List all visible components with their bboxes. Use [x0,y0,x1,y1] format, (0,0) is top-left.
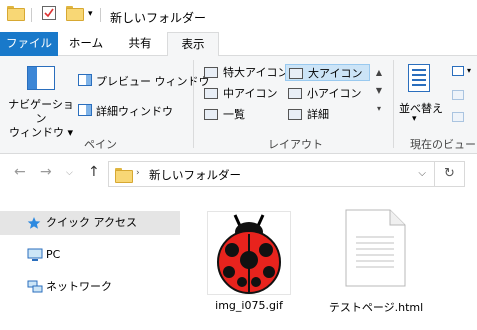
document-icon [345,209,406,287]
title-bar: ▾ 新しいフォルダー [0,0,477,32]
layout-small-icons[interactable]: 小アイコン [285,85,370,102]
up-arrow-icon[interactable]: ↑ [88,164,100,180]
details-pane-label: 詳細ウィンドウ [96,105,173,118]
ladybug-thumbnail [207,211,291,295]
scroll-down-icon[interactable]: ▼ [374,82,384,100]
tab-file[interactable]: ファイル [0,32,58,56]
scroll-up-icon[interactable]: ▲ [374,64,384,82]
layout-group-label: レイアウト [268,138,323,151]
medium-icons-icon [204,88,218,99]
file-name: テストページ.html [328,301,424,314]
nav-item-label: PC [46,248,61,261]
navigation-pane: クイック アクセス PC ネットワーク [0,193,185,330]
star-icon [27,217,41,229]
navigation-pane-icon [27,66,55,90]
pc-icon [27,248,43,261]
properties-check-icon[interactable] [42,6,56,20]
refresh-button[interactable]: ↻ [435,161,465,187]
details-pane-icon [78,104,92,116]
list-icon [204,109,218,120]
expand-icon[interactable]: ▾ [374,100,384,118]
recent-locations-icon[interactable]: ⌵ [66,168,73,178]
back-arrow-icon[interactable]: ← [14,164,26,180]
layout-scroll-arrows[interactable]: ▲ ▼ ▾ [374,64,384,118]
network-icon [27,280,43,293]
pane-group-label: ペイン [84,138,117,151]
navigation-pane-label: ナビゲーション ウィンドウ ▾ [8,98,74,139]
customize-dropdown-icon[interactable]: ▾ [88,9,93,19]
divider [100,8,101,22]
folder-icon [7,6,25,21]
sort-label: 並べ替え [399,102,443,115]
chevron-down-icon[interactable]: ⌵ [418,168,426,179]
divider [193,60,194,148]
tab-home[interactable]: ホーム [60,32,112,56]
chevron-down-icon[interactable]: ▾ [467,66,471,75]
size-columns-icon[interactable] [452,112,464,122]
ladybug-icon [217,214,281,294]
nav-item-label: クイック アクセス [46,216,137,229]
current-view-group-label: 現在のビュー [410,138,476,151]
small-icons-icon [288,88,302,99]
nav-item-quick-access[interactable]: クイック アクセス [0,211,180,235]
add-columns-icon[interactable] [452,90,464,100]
nav-item-network[interactable]: ネットワーク [0,275,180,299]
address-path: 新しいフォルダー [149,168,241,182]
details-icon [288,109,302,120]
tab-view[interactable]: 表示 [167,32,219,57]
nav-item-pc[interactable]: PC [0,243,180,267]
address-bar-row: ← → ⌵ ↑ › 新しいフォルダー ⌵ ↻ [0,155,477,193]
folder-icon [115,168,133,183]
chevron-down-icon: ▾ [412,114,417,124]
preview-pane-icon [78,74,92,86]
address-field[interactable]: › 新しいフォルダー ⌵ [108,161,435,187]
sort-icon [408,64,430,92]
nav-item-label: ネットワーク [46,280,112,293]
large-icons-icon [289,68,303,79]
group-by-icon[interactable] [452,66,464,76]
ribbon-tab-bar: ファイル ホーム 共有 表示 [0,32,477,57]
new-folder-icon[interactable] [66,6,84,21]
file-name: img_i075.gif [215,299,283,312]
layout-extra-large-icons[interactable]: 特大アイコン [201,64,288,81]
ribbon: ナビゲーション ウィンドウ ▾ プレビュー ウィンドウ 詳細ウィンドウ ペイン … [0,56,477,154]
chevron-right-icon[interactable]: › [136,168,140,178]
layout-medium-icons[interactable]: 中アイコン [201,85,284,102]
divider [393,60,394,148]
layout-large-icons[interactable]: 大アイコン [285,64,370,81]
window-title: 新しいフォルダー [110,11,207,25]
tab-share[interactable]: 共有 [114,32,166,56]
divider [31,8,32,22]
layout-list[interactable]: 一覧 [201,106,284,123]
extra-large-icons-icon [204,67,218,78]
refresh-icon: ↻ [444,166,455,181]
forward-arrow-icon[interactable]: → [40,164,52,180]
layout-details[interactable]: 詳細 [285,106,370,123]
